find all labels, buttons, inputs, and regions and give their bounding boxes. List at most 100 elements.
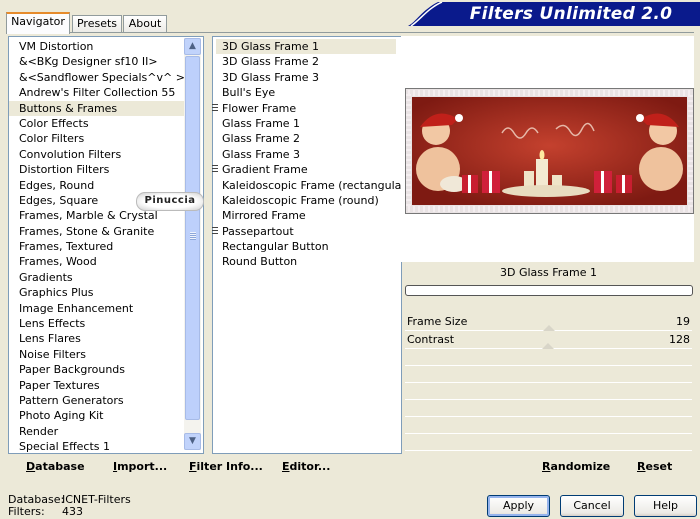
param-slot-empty xyxy=(405,417,692,434)
filter-item-label: 3D Glass Frame 1 xyxy=(222,40,320,53)
category-item[interactable]: Special Effects 1 xyxy=(9,439,184,453)
category-scrollbar[interactable]: ▲ ▼ xyxy=(184,38,201,450)
filter-item[interactable]: Kaleidoscopic Frame (round) xyxy=(216,193,396,208)
database-link[interactable]: Database xyxy=(26,460,85,473)
category-item[interactable]: Paper Textures xyxy=(9,378,184,393)
filter-item[interactable]: Glass Frame 3 xyxy=(216,147,396,162)
tab-bar: Navigator Presets About xyxy=(6,12,167,34)
tab-presets[interactable]: Presets xyxy=(72,15,122,32)
import-link[interactable]: Import... xyxy=(113,460,167,473)
help-button[interactable]: Help xyxy=(634,495,697,517)
param-label: Frame Size xyxy=(407,315,468,328)
filter-info-link[interactable]: Filter Info... xyxy=(189,460,263,473)
randomize-button[interactable]: Randomize xyxy=(542,460,610,473)
tab-navigator[interactable]: Navigator xyxy=(6,12,70,34)
category-item[interactable]: Noise Filters xyxy=(9,347,184,362)
category-item[interactable]: &<Sandflower Specials^v^ > xyxy=(9,70,185,85)
category-item[interactable]: Graphics Plus xyxy=(9,285,184,300)
category-item[interactable]: Paper Backgrounds xyxy=(9,362,184,377)
filter-item[interactable]: 3D Glass Frame 3 xyxy=(216,70,396,85)
filter-item[interactable]: Flower Frame xyxy=(212,101,396,116)
category-item[interactable]: Buttons & Frames xyxy=(9,100,184,116)
category-item[interactable]: Color Effects xyxy=(9,116,184,131)
param-label: Contrast xyxy=(407,333,455,346)
apply-button[interactable]: Apply xyxy=(487,495,550,517)
param-slot-empty xyxy=(405,434,692,451)
category-item[interactable]: Lens Flares xyxy=(9,331,184,346)
filter-item[interactable]: 3D Glass Frame 2 xyxy=(216,54,396,69)
gradient-marker-icon xyxy=(212,165,218,175)
parameter-list: Frame Size 19 Contrast 128 xyxy=(405,313,692,451)
filter-item-label: 3D Glass Frame 2 xyxy=(222,55,320,69)
category-item[interactable]: Frames, Stone & Granite xyxy=(9,224,184,239)
filter-item[interactable]: 3D Glass Frame 1 xyxy=(216,39,396,55)
tab-divider xyxy=(6,32,694,33)
progress-bar xyxy=(405,285,693,296)
list-actions-bar: Database Import... Filter Info... Editor… xyxy=(8,454,400,478)
category-item[interactable]: Frames, Textured xyxy=(9,239,184,254)
filter-item[interactable]: Glass Frame 2 xyxy=(216,131,396,146)
param-contrast[interactable]: Contrast 128 xyxy=(405,331,692,349)
status-area: Database:ICNET-Filters Filters: 433 xyxy=(8,494,131,518)
chevron-up-icon[interactable]: ▲ xyxy=(184,38,201,55)
param-value: 19 xyxy=(676,315,690,328)
gradient-marker-icon xyxy=(212,226,218,236)
filter-list: 3D Glass Frame 1 3D Glass Frame 2 3D Glass… xyxy=(212,39,410,270)
chevron-down-icon[interactable]: ▼ xyxy=(184,433,201,450)
category-item[interactable]: Render xyxy=(9,424,184,439)
param-frame-size[interactable]: Frame Size 19 xyxy=(405,313,692,331)
banner-title: Filters Unlimited 2.0 xyxy=(469,4,673,24)
param-slot-empty xyxy=(405,400,692,417)
preview-actions-bar: Randomize Reset xyxy=(405,454,692,478)
tab-about[interactable]: About xyxy=(123,15,167,32)
filter-item-label: Flower Frame xyxy=(222,101,297,115)
filter-item-label: Glass Frame 3 xyxy=(222,147,301,161)
filter-item-label: Rectangular Button xyxy=(222,240,329,254)
category-item[interactable]: VM Distortion xyxy=(9,39,184,54)
filter-item[interactable]: Bull's Eye xyxy=(216,85,396,100)
filter-item[interactable]: Rectangular Button xyxy=(216,239,396,254)
filter-item-label: Gradient Frame xyxy=(222,163,308,177)
filter-item[interactable]: Round Button xyxy=(216,254,396,269)
status-filters-label: Filters: xyxy=(8,505,45,518)
filter-item-label: Glass Frame 1 xyxy=(222,116,301,130)
filter-item-label: Glass Frame 2 xyxy=(222,132,301,146)
category-item[interactable]: Lens Effects xyxy=(9,316,184,331)
scrollbar-thumb[interactable] xyxy=(185,56,200,420)
reset-button[interactable]: Reset xyxy=(637,460,672,473)
category-item[interactable]: Andrew's Filter Collection 55 xyxy=(9,85,184,100)
param-slot-empty xyxy=(405,366,692,383)
category-item[interactable]: &<BKg Designer sf10 II> xyxy=(9,54,184,69)
category-item[interactable]: Frames, Wood xyxy=(9,254,184,269)
filter-item[interactable]: Kaleidoscopic Frame (rectangular) xyxy=(216,178,410,193)
filter-item-label: Bull's Eye xyxy=(222,86,276,100)
category-item[interactable]: Edges, Round xyxy=(9,178,184,193)
cancel-button[interactable]: Cancel xyxy=(560,495,624,517)
filter-list-panel: 3D Glass Frame 1 3D Glass Frame 2 3D Glass… xyxy=(212,36,410,454)
editor-link[interactable]: Editor... xyxy=(282,460,330,473)
filter-item[interactable]: Glass Frame 1 xyxy=(216,116,396,131)
filter-item[interactable]: Passepartout xyxy=(212,224,396,239)
filter-item-label: Kaleidoscopic Frame (rectangular) xyxy=(222,178,411,192)
filter-item-label: 3D Glass Frame 3 xyxy=(222,70,320,84)
filter-item[interactable]: Gradient Frame xyxy=(212,162,396,177)
gradient-marker-icon xyxy=(212,103,218,113)
param-slot-empty xyxy=(405,383,692,400)
category-item[interactable]: Pattern Generators xyxy=(9,393,184,408)
slider-thumb[interactable] xyxy=(542,343,554,349)
logo-badge: Pinuccia xyxy=(136,192,204,211)
filter-item-label: Passepartout xyxy=(222,224,294,238)
filter-item[interactable]: Mirrored Frame xyxy=(216,208,396,223)
category-item[interactable]: Convolution Filters xyxy=(9,147,184,162)
category-list-panel: VM Distortion &<BKg Designer sf10 II> &<Sa… xyxy=(8,36,204,454)
param-slot-empty xyxy=(405,349,692,366)
param-value: 128 xyxy=(669,333,690,346)
category-item[interactable]: Gradients xyxy=(9,270,184,285)
category-item[interactable]: Color Filters xyxy=(9,131,184,146)
category-item[interactable]: Distortion Filters xyxy=(9,162,184,177)
grip-icon xyxy=(190,232,196,240)
preview-filter-name: 3D Glass Frame 1 xyxy=(499,266,597,279)
preview-image xyxy=(405,88,694,214)
category-item[interactable]: Photo Aging Kit xyxy=(9,408,184,423)
category-item[interactable]: Image Enhancement xyxy=(9,301,184,316)
